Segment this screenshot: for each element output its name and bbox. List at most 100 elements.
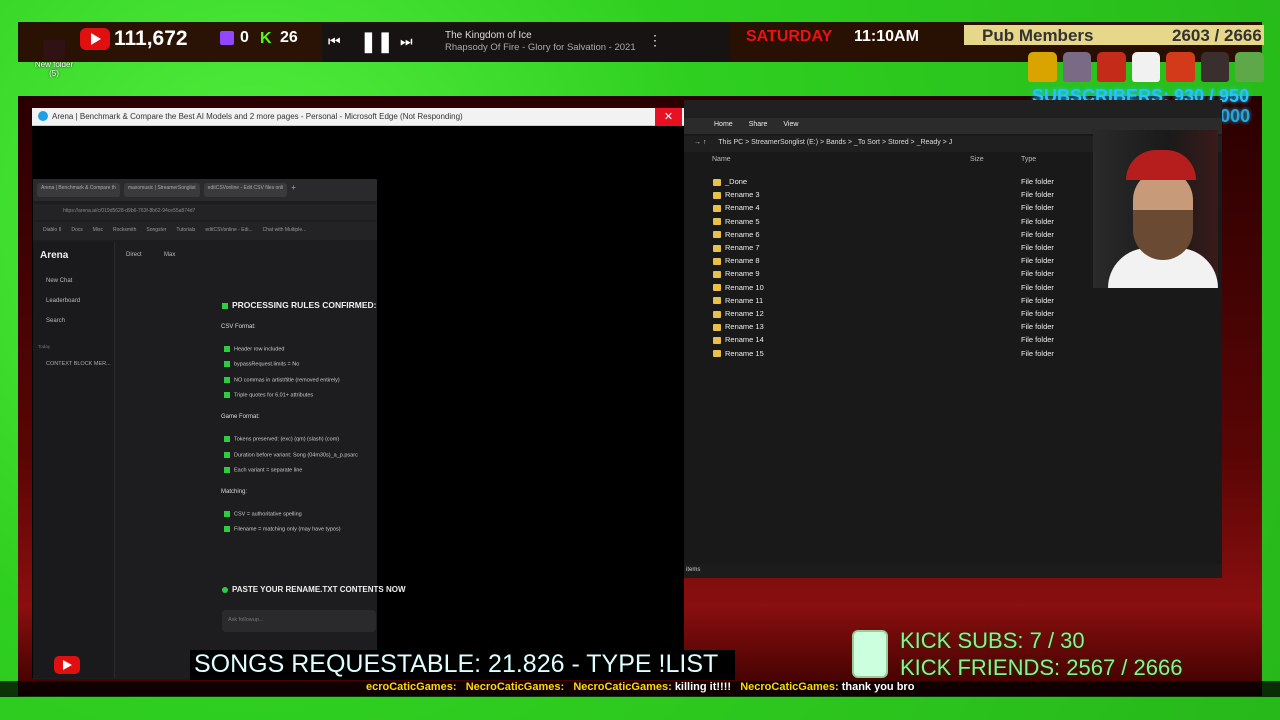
file-type: File folder	[1021, 322, 1054, 332]
file-name: Rename 3	[725, 190, 760, 200]
bookmark-item[interactable]: Songster	[146, 227, 166, 235]
game-format-label: Game Format:	[221, 414, 260, 420]
table-row[interactable]: Rename 14 File folder	[713, 335, 1093, 348]
nav-arrows-icon[interactable]: → ↑	[694, 139, 706, 146]
column-header-size[interactable]: Size	[970, 156, 984, 163]
bookmark-item[interactable]: Misc	[93, 227, 103, 235]
file-type: File folder	[1021, 309, 1054, 318]
ribbon-tab-home[interactable]: Home	[714, 121, 733, 131]
address-bar[interactable]: https://arena.ai/c/019d5628-d9b6-763f-8b…	[33, 204, 377, 220]
table-row[interactable]: Rename 10 File folder	[713, 283, 1093, 296]
table-row[interactable]: Rename 8 File folder	[713, 256, 1093, 269]
shirt-icon	[1235, 52, 1265, 82]
column-header-name[interactable]: Name	[712, 156, 731, 163]
folder-icon	[713, 257, 721, 265]
table-row[interactable]: Rename 9 File folder	[713, 269, 1093, 282]
table-row[interactable]: Rename 6 File folder	[713, 230, 1093, 243]
sidebar-item-leaderboard[interactable]: Leaderboard	[46, 298, 80, 304]
edge-titlebar[interactable]: Arena | Benchmark & Compare the Best AI …	[32, 108, 684, 126]
bookmark-item[interactable]: editCSVonline - Edi...	[205, 227, 252, 235]
ticker-user: ecroCaticGames:	[366, 681, 457, 693]
more-options-icon[interactable]: ⋮	[648, 32, 662, 49]
file-type: File folder	[1021, 348, 1054, 358]
stream-page: New folder (5) 111,672 0 K 26 ⏮ ❚❚ ⏭ The…	[0, 0, 1280, 720]
mode-selector[interactable]: Direct	[126, 252, 142, 258]
table-row[interactable]: Rename 4 File folder	[713, 203, 1093, 216]
explorer-titlebar[interactable]	[684, 100, 1222, 118]
bookmark-item[interactable]: Docs	[71, 227, 82, 235]
table-row[interactable]: Rename 13 File folder	[713, 322, 1093, 335]
twitch-count: 0	[240, 29, 249, 46]
sidebar-item-search[interactable]: Search	[46, 318, 65, 324]
file-name: Rename 11	[725, 295, 764, 305]
shirt-icon	[1166, 52, 1195, 82]
table-row[interactable]: Rename 3 File folder	[713, 190, 1093, 203]
tab-editcsv[interactable]: editCSVonline - Edit CSV files onli	[203, 183, 288, 197]
column-headers: Name Size Type	[700, 156, 1100, 170]
new-tab-icon[interactable]: +	[291, 183, 296, 197]
table-row[interactable]: Rename 5 File folder	[713, 217, 1093, 230]
arena-sidebar	[33, 242, 115, 678]
table-row[interactable]: _Done File folder	[713, 177, 1093, 190]
sidebar-chat-item[interactable]: CONTEXT BLOCK MER...	[46, 361, 111, 367]
folder-icon	[713, 218, 721, 226]
csv-rule: NO commas in artist/title (removed entir…	[224, 377, 340, 383]
folder-icon	[713, 244, 721, 252]
youtube-views: 111,672	[114, 27, 188, 50]
matching-rule: Filename = matching only (may have typos…	[224, 526, 341, 532]
ticker-user: NecroCaticGames:	[740, 681, 839, 693]
edge-icon	[38, 111, 48, 121]
pause-icon[interactable]: ❚❚	[360, 29, 394, 54]
game-rule: Each variant = separate line	[224, 467, 302, 473]
track-title: The Kingdom of Ice	[445, 30, 532, 41]
ticker-user: NecroCaticGames:	[465, 681, 565, 693]
table-row[interactable]: Rename 15 File folder	[713, 349, 1093, 362]
chat-input[interactable]: Ask followup...	[222, 610, 376, 632]
csv-rule: bypassRequest.limits = No	[224, 361, 299, 367]
ribbon-tab-view[interactable]: View	[783, 121, 798, 131]
kick-subs-goal: KICK SUBS: 7 / 30	[900, 628, 1085, 653]
paste-prompt: PASTE YOUR RENAME.TXT CONTENTS NOW	[222, 585, 406, 594]
table-row[interactable]: Rename 12 File folder	[713, 309, 1093, 322]
file-name: Rename 10	[725, 282, 764, 292]
folder-icon	[713, 178, 721, 186]
ribbon-tab-share[interactable]: Share	[749, 121, 768, 131]
shirt-icon	[1028, 52, 1057, 82]
edge-window-title: Arena | Benchmark & Compare the Best AI …	[52, 112, 463, 121]
twitch-icon	[220, 31, 234, 45]
sidebar-item-new-chat[interactable]: New Chat	[46, 278, 72, 284]
next-track-icon[interactable]: ⏭	[400, 33, 413, 50]
file-type: File folder	[1021, 190, 1054, 200]
model-selector[interactable]: Max	[164, 252, 175, 258]
file-type: File folder	[1021, 256, 1054, 266]
bookmark-item[interactable]: Chat with Multiple...	[263, 227, 307, 235]
file-name: Rename 15	[725, 348, 764, 358]
previous-track-icon[interactable]: ⏮	[328, 33, 341, 50]
shirt-icon	[1062, 52, 1092, 82]
bookmark-item[interactable]: Diablo II	[43, 227, 61, 235]
edge-close-button[interactable]: ✕	[655, 108, 682, 126]
folder-icon	[713, 191, 721, 199]
game-rule: Tokens preserved: (exc) (qm) (slash) (co…	[224, 436, 339, 442]
bookmark-item[interactable]: Rocksmith	[113, 227, 136, 235]
clock: 11:10AM	[854, 28, 919, 45]
bookmarks-bar: Diablo II Docs Misc Rocksmith Songster T…	[33, 222, 377, 240]
tab-arena[interactable]: Arena | Benchmark & Compare th	[37, 183, 120, 197]
file-name: Rename 8	[725, 256, 760, 266]
table-row[interactable]: Rename 7 File folder	[713, 243, 1093, 256]
column-header-type[interactable]: Type	[1021, 156, 1036, 163]
tab-streamersonglist[interactable]: maxomusic | StreamerSonglist	[123, 183, 200, 197]
chat-ticker: ecroCaticGames: NecroCaticGames: NecroCa…	[0, 681, 1280, 697]
folder-icon	[713, 310, 721, 318]
matching-rule: CSV = authoritative spelling	[224, 511, 302, 517]
sidebar-section-today: Today	[38, 344, 51, 349]
day-label: SATURDAY	[746, 28, 833, 45]
folder-icon	[713, 231, 721, 239]
merch-shirts-row	[1028, 52, 1265, 86]
youtube-icon	[80, 28, 110, 50]
table-row[interactable]: Rename 11 File folder	[713, 296, 1093, 309]
bookmark-item[interactable]: Tutorials	[176, 227, 195, 235]
folder-icon	[713, 284, 721, 292]
arena-logo: Arena	[40, 250, 69, 261]
csv-format-label: CSV Format:	[221, 324, 256, 330]
